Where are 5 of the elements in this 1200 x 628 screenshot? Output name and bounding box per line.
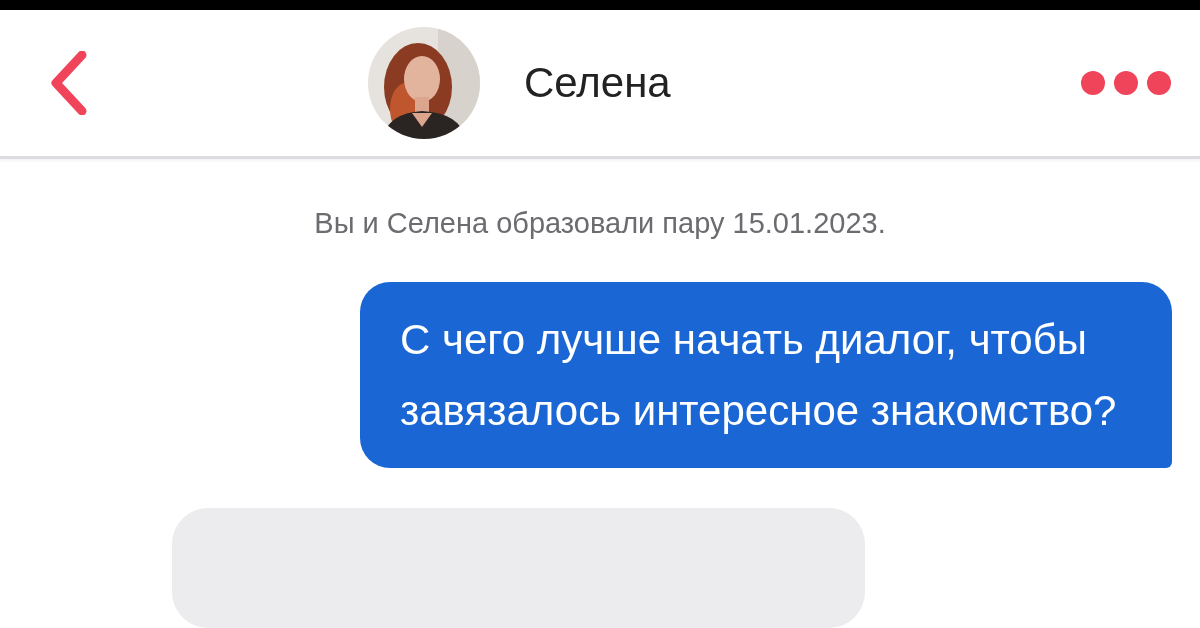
more-button[interactable] <box>1080 70 1172 96</box>
match-notice: Вы и Селена образовали пару 15.01.2023. <box>313 207 887 240</box>
message-bubble: С чего лучше начать диалог, чтобы завязалось интересное знакомство? <box>360 282 1172 468</box>
back-button[interactable] <box>48 51 88 115</box>
contact-name: Селена <box>524 59 671 107</box>
